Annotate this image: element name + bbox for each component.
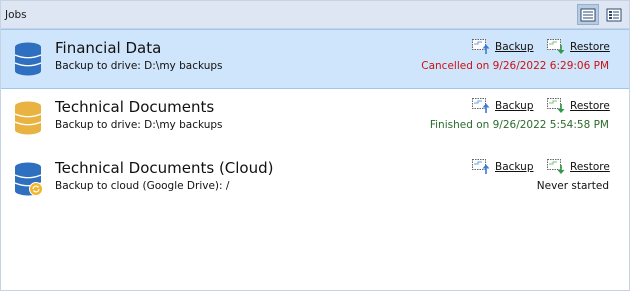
job-status: Cancelled on 9/26/2022 6:29:06 PM: [421, 60, 609, 72]
job-title: Technical Documents: [55, 98, 215, 116]
database-icon: [14, 101, 42, 135]
restore-icon: [547, 39, 565, 54]
backup-label: Backup: [495, 161, 534, 173]
restore-link[interactable]: Restore: [547, 38, 610, 56]
jobs-header: Jobs: [1, 1, 629, 29]
job-status: Never started: [536, 180, 609, 192]
details-view-icon: [606, 8, 622, 21]
restore-icon: [547, 98, 565, 113]
backup-label: Backup: [495, 41, 534, 53]
backup-link[interactable]: Backup: [472, 158, 534, 176]
restore-label: Restore: [570, 100, 610, 112]
restore-icon: [547, 159, 565, 174]
job-row[interactable]: Financial Data Backup to drive: D:\my ba…: [1, 29, 629, 89]
job-row[interactable]: Technical Documents Backup to drive: D:\…: [1, 89, 629, 150]
backup-link[interactable]: Backup: [472, 38, 534, 56]
restore-link[interactable]: Restore: [547, 97, 610, 115]
job-destination: Backup to cloud (Google Drive): /: [55, 180, 230, 192]
list-view-button[interactable]: [577, 4, 599, 25]
list-view-icon: [580, 8, 596, 21]
panel-title: Jobs: [5, 9, 27, 21]
job-title: Financial Data: [55, 39, 162, 57]
jobs-panel: Jobs Financial Data Backup to drive: D:\…: [0, 0, 630, 291]
job-destination: Backup to drive: D:\my backups: [55, 60, 223, 72]
restore-label: Restore: [570, 161, 610, 173]
job-destination: Backup to drive: D:\my backups: [55, 119, 223, 131]
details-view-button[interactable]: [603, 4, 625, 25]
backup-link[interactable]: Backup: [472, 97, 534, 115]
backup-label: Backup: [495, 100, 534, 112]
restore-label: Restore: [570, 41, 610, 53]
job-title: Technical Documents (Cloud): [55, 159, 274, 177]
backup-icon: [472, 98, 490, 113]
cloud-database-icon: [14, 162, 42, 196]
job-list: Financial Data Backup to drive: D:\my ba…: [1, 29, 629, 211]
restore-link[interactable]: Restore: [547, 158, 610, 176]
backup-icon: [472, 39, 490, 54]
job-status: Finished on 9/26/2022 5:54:58 PM: [429, 119, 609, 131]
job-row[interactable]: Technical Documents (Cloud) Backup to cl…: [1, 150, 629, 211]
database-icon: [14, 42, 42, 76]
backup-icon: [472, 159, 490, 174]
